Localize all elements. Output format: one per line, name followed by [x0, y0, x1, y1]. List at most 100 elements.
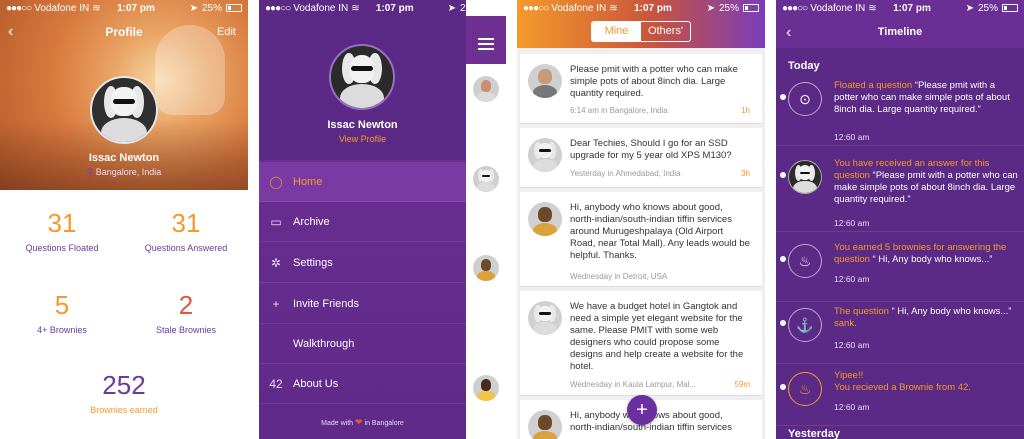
- footer-text-post: in Bangalore: [364, 420, 404, 427]
- location-arrow-icon: ➤: [965, 2, 974, 14]
- signal-icon: ●●●○○: [782, 2, 808, 14]
- timeline-item[interactable]: ⚓ The question “ Hi, Any body who knows.…: [776, 304, 1024, 364]
- signal-icon: ●●●○○: [6, 2, 32, 14]
- stat-label: Brownies earned: [90, 405, 158, 415]
- timeline-item[interactable]: ⊙ Floated a question “Please pmit with a…: [776, 78, 1024, 146]
- list-item[interactable]: We have a budget hotel in Gangtok and ne…: [520, 291, 762, 396]
- timeline-item[interactable]: You have received an answer for this que…: [776, 156, 1024, 232]
- cupcake-icon: ♨: [788, 372, 822, 406]
- segmented-control: Mine Others': [591, 21, 691, 42]
- anchor-icon: ⚓: [788, 308, 822, 342]
- menu-item-archive[interactable]: ▭ Archive: [259, 202, 466, 242]
- about-42-icon: 42: [269, 376, 283, 391]
- timeline-time: 12:60 am: [834, 402, 870, 412]
- status-time: 1:07 pm: [117, 2, 155, 14]
- stat-label: Questions Answered: [144, 243, 228, 253]
- view-profile-link[interactable]: View Profile: [259, 134, 466, 144]
- avatar[interactable]: [90, 76, 158, 144]
- menu-item-label: Archive: [293, 215, 330, 228]
- status-bar: ●●●○○Vodafone IN≋ 1:07 pm ➤ 25%: [517, 0, 765, 16]
- avatar: [528, 301, 562, 335]
- page-title: Profile: [105, 25, 143, 39]
- feed-list[interactable]: Please pmit with a potter who can make s…: [517, 48, 765, 439]
- add-question-button[interactable]: +: [627, 395, 657, 425]
- section-header-today: Today: [788, 60, 820, 72]
- avatar[interactable]: [329, 44, 395, 110]
- footer-text-pre: Made with: [321, 420, 354, 427]
- timeline-time: 12:60 am: [834, 218, 870, 228]
- timeline-highlight: Floated a question: [834, 80, 913, 91]
- menu-user-name: Issac Newton: [327, 119, 398, 131]
- stat-questions-answered[interactable]: 31 Questions Answered: [124, 208, 248, 253]
- cupcake-icon: ♨: [788, 244, 822, 278]
- list-item[interactable]: Hi, anybody who knows about good, north-…: [520, 192, 762, 287]
- menu-item-home[interactable]: ◯ Home: [259, 162, 466, 202]
- timeline-item[interactable]: ♨ Yipee!! You recieved a Brownie from 42…: [776, 368, 1024, 426]
- stat-questions-floated[interactable]: 31 Questions Floated: [0, 208, 124, 253]
- menu-item-about-us[interactable]: 42 About Us: [259, 364, 466, 404]
- timeline-text: You have received an answer for this que…: [834, 158, 1018, 206]
- location-pin-icon: ⚲: [86, 167, 94, 177]
- content-peek[interactable]: [466, 0, 506, 439]
- timeline-item[interactable]: ♨ You earned 5 brownies for answering th…: [776, 240, 1024, 302]
- status-time: 1:07 pm: [375, 2, 414, 14]
- back-chevron-icon[interactable]: ‹: [8, 23, 13, 41]
- timeline-body: “ Hi, Any body who knows...”: [888, 306, 1012, 317]
- tab-mine[interactable]: Mine: [592, 22, 641, 41]
- battery-percent: 25%: [719, 2, 740, 14]
- status-bar: ●●●○○Vodafone IN≋ 1:07 pm ➤ 25%: [776, 0, 1024, 16]
- timeline-text: You earned 5 brownies for answering the …: [834, 242, 1018, 266]
- side-menu: ●●●○○Vodafone IN≋ 1:07 pm ➤25% Issac New…: [259, 0, 501, 439]
- status-bar: ●●●○○Vodafone IN≋ 1:07 pm ➤ 25%: [0, 0, 248, 16]
- post-meta: Wednesday in Kaula Lampur, Mal...: [570, 380, 697, 389]
- stat-label: Stale Brownies: [155, 325, 217, 335]
- stat-stale-brownies[interactable]: 2 Stale Brownies: [124, 290, 248, 335]
- location-arrow-icon: ➤: [189, 2, 198, 14]
- menu-item-label: Home: [293, 175, 323, 188]
- stat-4plus-brownies[interactable]: 5 4+ Brownies: [0, 290, 124, 335]
- battery-icon: [743, 4, 760, 12]
- post-text: Hi, anybody who knows about good, north-…: [570, 410, 732, 433]
- stat-label: 4+ Brownies: [37, 325, 87, 335]
- stat-value: 2: [178, 290, 194, 320]
- battery-icon: [1002, 4, 1019, 12]
- timeline-dot: [780, 256, 786, 262]
- tab-others[interactable]: Others': [641, 22, 690, 41]
- avatar: [473, 375, 499, 401]
- status-time: 1:07 pm: [893, 2, 931, 14]
- carrier-label: Vodafone IN: [810, 2, 866, 14]
- list-item[interactable]: Please pmit with a potter who can make s…: [520, 54, 762, 124]
- post-meta: Yesterday in Ahmedabad, India: [570, 169, 681, 178]
- menu-footer: Made with ❤ in Bangalore: [259, 417, 466, 428]
- post-text: Please pmit with a potter who can make s…: [570, 64, 738, 99]
- edit-button[interactable]: Edit: [217, 26, 236, 38]
- balloon-icon: ◯: [269, 174, 283, 189]
- timeline-body: “ Hi, Any body who knows...”: [869, 254, 993, 265]
- carrier-label: Vodafone IN: [293, 2, 349, 14]
- timeline-dot: [780, 94, 786, 100]
- location-arrow-icon: ➤: [706, 2, 715, 14]
- menu-item-settings[interactable]: ✲ Settings: [259, 243, 466, 283]
- menu-item-invite-friends[interactable]: + Invite Friends: [259, 284, 466, 324]
- signal-icon: ●●●○○: [265, 2, 291, 14]
- post-text: We have a budget hotel in Gangtok and ne…: [570, 301, 744, 372]
- post-meta: 6:14 am in Bangalore, India: [570, 106, 668, 115]
- list-item[interactable]: Dear Techies, Should I go for an SSD upg…: [520, 128, 762, 188]
- timeline-time: 12:60 am: [834, 132, 870, 142]
- battery-icon: [226, 4, 243, 12]
- heart-icon: ❤: [355, 417, 363, 427]
- post-text: Dear Techies, Should I go for an SSD upg…: [570, 138, 732, 161]
- profile-name: Issac Newton: [88, 152, 160, 164]
- menu-item-walkthrough[interactable]: Walkthrough: [259, 324, 466, 364]
- avatar: [473, 255, 499, 281]
- menu-item-label: About Us: [293, 377, 339, 390]
- location-arrow-icon: ➤: [447, 2, 456, 14]
- balloon-icon: ⊙: [788, 82, 822, 116]
- timeline-highlight: The question: [834, 306, 889, 317]
- stat-brownies-earned[interactable]: 252 Brownies earned: [62, 370, 186, 415]
- stat-value: 31: [171, 208, 201, 238]
- timeline-list[interactable]: Today ⊙ Floated a question “Please pmit …: [776, 48, 1024, 439]
- hamburger-menu-icon[interactable]: [466, 16, 506, 64]
- carrier-label: Vodafone IN: [551, 2, 607, 14]
- status-time: 1:07 pm: [634, 2, 672, 14]
